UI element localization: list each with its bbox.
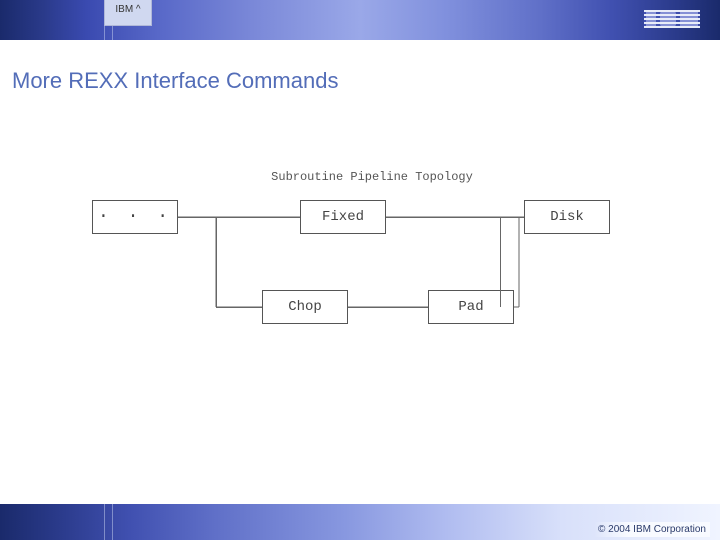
copyright-text: © 2004 IBM Corporation [594, 522, 710, 537]
box-ellipsis: · · · [92, 200, 178, 234]
banner-divider [104, 504, 105, 540]
connector [500, 217, 501, 307]
box-disk: Disk [524, 200, 610, 234]
slide-title: More REXX Interface Commands [12, 68, 708, 94]
banner-divider [112, 504, 113, 540]
top-banner: IBM ^ [0, 0, 720, 40]
header-tab: IBM ^ [104, 0, 152, 26]
slide-content: More REXX Interface Commands [0, 40, 720, 94]
ibm-logo-icon [644, 8, 700, 32]
connector [178, 217, 300, 218]
connector [348, 307, 428, 308]
diagram-title: Subroutine Pipeline Topology [271, 170, 473, 184]
connector [386, 217, 524, 218]
pipeline-diagram: Subroutine Pipeline Topology · · · Fixed… [92, 170, 652, 340]
connector [216, 307, 262, 308]
box-pad: Pad [428, 290, 514, 324]
box-chop: Chop [262, 290, 348, 324]
box-fixed: Fixed [300, 200, 386, 234]
connector [216, 217, 217, 307]
